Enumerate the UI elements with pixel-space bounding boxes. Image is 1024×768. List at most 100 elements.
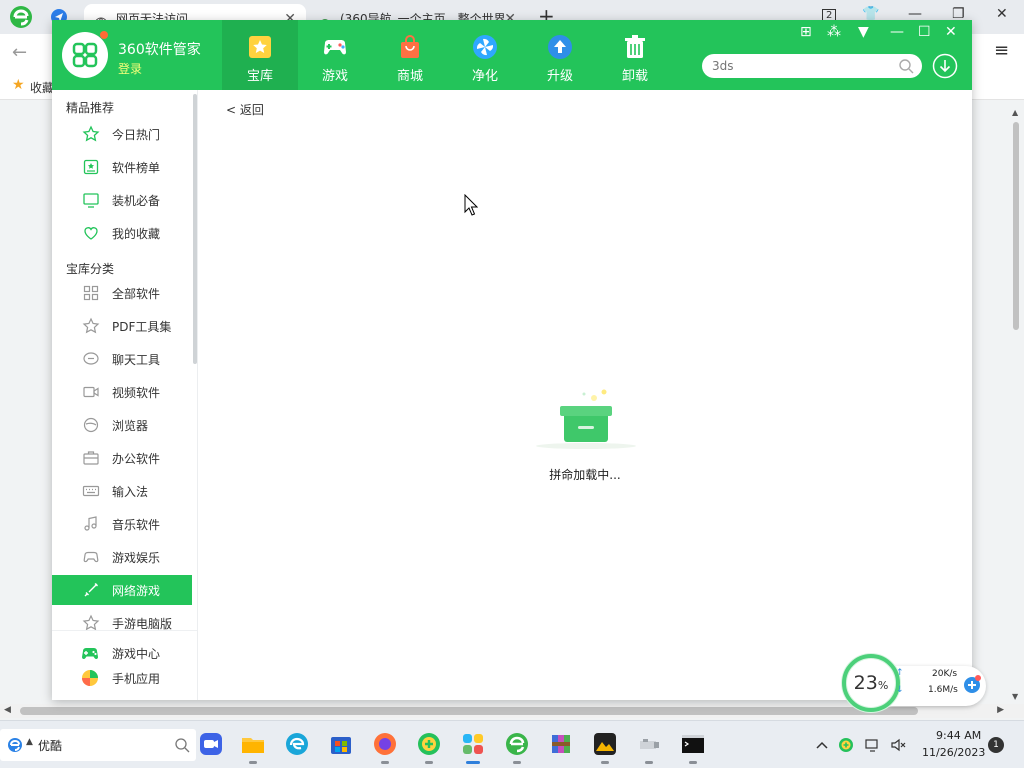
sidebar-item-browsers[interactable]: 浏览器 [52, 410, 192, 440]
sidebar-item-label: 浏览器 [112, 419, 149, 433]
clock-date[interactable]: 11/26/2023 [922, 746, 985, 759]
bookmark-favorites-label[interactable]: 收藏 [30, 79, 54, 96]
terminal-icon[interactable] [680, 731, 706, 764]
sidebar-item-game-entertainment[interactable]: 游戏娱乐 [52, 542, 192, 572]
tab-treasury[interactable]: 宝库 [222, 20, 298, 90]
sidebar-item-online-games[interactable]: 网络游戏 [52, 575, 192, 605]
tab-upgrade[interactable]: 升级 [522, 20, 598, 90]
scroll-thumb[interactable] [20, 707, 918, 715]
clock-time[interactable]: 9:44 AM [936, 729, 981, 742]
sidebar-item-office[interactable]: 办公软件 [52, 443, 192, 473]
upload-speed: 20K/s [932, 669, 958, 679]
winrar-icon[interactable] [548, 731, 574, 757]
sidebar-item-mobile-apps[interactable]: 手机应用 [52, 666, 197, 690]
sidebar-item-essentials[interactable]: 装机必备 [52, 185, 192, 215]
search-icon[interactable] [174, 737, 190, 753]
grid-icon[interactable]: ⊞ [800, 24, 812, 40]
tab-games[interactable]: 游戏 [297, 20, 373, 90]
360-add-icon[interactable] [416, 731, 442, 764]
tab-uninstall[interactable]: 卸载 [597, 20, 673, 90]
sidebar-item-label: 网络游戏 [112, 584, 161, 598]
app-header: 360软件管家 登录 宝库 游戏 商城 净化 升级 卸载 ⊞ ⁂ ▼ — ☐ ✕… [52, 20, 972, 90]
sidebar-item-rankings[interactable]: 软件榜单 [52, 152, 192, 182]
download-manager-icon[interactable] [932, 53, 958, 79]
grid-icon [82, 284, 100, 302]
sidebar-footer: 游戏中心 手机应用 [52, 630, 197, 700]
scroll-thumb[interactable] [1013, 122, 1019, 330]
tab-mall[interactable]: 商城 [372, 20, 448, 90]
sidebar-item-game-center[interactable]: 游戏中心 [52, 641, 197, 665]
favorites-star-icon[interactable]: ★ [12, 77, 25, 93]
back-button[interactable]: < 返回 [226, 101, 264, 118]
running-indicator [645, 761, 653, 764]
sidebar-item-video-software[interactable]: 视频软件 [52, 377, 192, 407]
browser-menu-icon[interactable]: ≡ [994, 40, 1009, 61]
sidebar-item-label: 手机应用 [112, 672, 161, 686]
sidebar-item-music[interactable]: 音乐软件 [52, 509, 192, 539]
page-vertical-scrollbar[interactable]: ▲ ▼ [1012, 108, 1020, 704]
gamepad-icon [321, 33, 349, 61]
caret-up-icon: ▲ [26, 737, 33, 747]
search-input[interactable] [712, 57, 892, 75]
running-indicator [601, 761, 609, 764]
sidebar-scrollbar[interactable] [193, 94, 197, 364]
download-speed: 1.6M/s [928, 685, 958, 695]
monitor-icon [82, 191, 100, 209]
tab-clean[interactable]: 净化 [447, 20, 523, 90]
speed-boost-icon[interactable] [962, 674, 982, 694]
nav-label: 净化 [471, 69, 498, 84]
sidebar-item-label: 全部软件 [112, 287, 161, 301]
sidebar-item-pdf-tools[interactable]: PDF工具集 [52, 311, 192, 341]
app-logo-icon[interactable] [62, 32, 108, 78]
show-hidden-icons-icon[interactable] [814, 737, 830, 753]
search-icon[interactable] [898, 58, 914, 74]
sidebar-item-label: 游戏中心 [112, 647, 161, 661]
sidebar-item-label: 输入法 [112, 485, 149, 499]
close-icon[interactable]: ✕ [945, 24, 957, 40]
scroll-up-icon[interactable]: ▲ [1012, 108, 1018, 117]
sidebar-item-favorites[interactable]: 我的收藏 [52, 218, 192, 248]
back-arrow-icon[interactable]: ← [12, 42, 27, 63]
running-indicator [689, 761, 697, 764]
browser-icon [82, 416, 100, 434]
360-manager-icon[interactable] [460, 731, 486, 764]
scroll-down-icon[interactable]: ▼ [1012, 692, 1018, 701]
360-browser-icon[interactable] [504, 731, 530, 764]
network-icon[interactable] [864, 737, 880, 753]
taskbar-search-box[interactable]: ▲ 优酷 [0, 729, 196, 761]
minimize-icon[interactable]: — [890, 24, 904, 40]
sidebar-item-label: 办公软件 [112, 452, 161, 466]
sidebar-item-label: 装机必备 [112, 194, 161, 208]
sidebar-item-all-software[interactable]: 全部软件 [52, 278, 192, 308]
file-explorer-icon[interactable] [240, 731, 266, 764]
edge-icon[interactable] [284, 731, 310, 757]
360-browser-logo-icon[interactable] [8, 4, 34, 30]
apps-icon[interactable]: ⁂ [827, 24, 841, 40]
firefox-icon[interactable] [372, 731, 398, 764]
notification-badge[interactable]: 1 [988, 737, 1004, 753]
store-icon[interactable] [328, 731, 354, 757]
360-tray-icon[interactable] [838, 737, 854, 753]
loading-box-illustration-icon [534, 388, 638, 450]
sidebar-item-label: 音乐软件 [112, 518, 161, 532]
scroll-right-icon[interactable]: ▶ [997, 705, 1004, 715]
mountain-app-icon[interactable] [592, 731, 618, 764]
network-speed-widget[interactable]: 23% ↑ ↓ 20K/s 1.6M/s [838, 650, 990, 716]
gamepad-icon [82, 548, 100, 566]
mobile-apps-icon [80, 668, 100, 688]
usb-icon[interactable] [636, 731, 662, 764]
nav-label: 升级 [546, 69, 573, 84]
maximize-icon[interactable]: ☐ [918, 24, 931, 40]
volume-muted-icon[interactable] [890, 737, 906, 753]
scroll-left-icon[interactable]: ◀ [4, 705, 11, 715]
browser-close-icon[interactable]: ✕ [996, 6, 1008, 22]
download-arrow-icon: ↓ [896, 685, 904, 695]
sidebar-item-today-hot[interactable]: 今日热门 [52, 119, 192, 149]
sidebar-item-input-methods[interactable]: 输入法 [52, 476, 192, 506]
zoom-icon[interactable] [198, 731, 224, 757]
login-link[interactable]: 登录 [118, 60, 142, 77]
sidebar-item-chat-tools[interactable]: 聊天工具 [52, 344, 192, 374]
search-box[interactable] [702, 54, 922, 78]
dropdown-icon[interactable]: ▼ [858, 24, 869, 40]
sidebar-item-label: 今日热门 [112, 128, 161, 142]
